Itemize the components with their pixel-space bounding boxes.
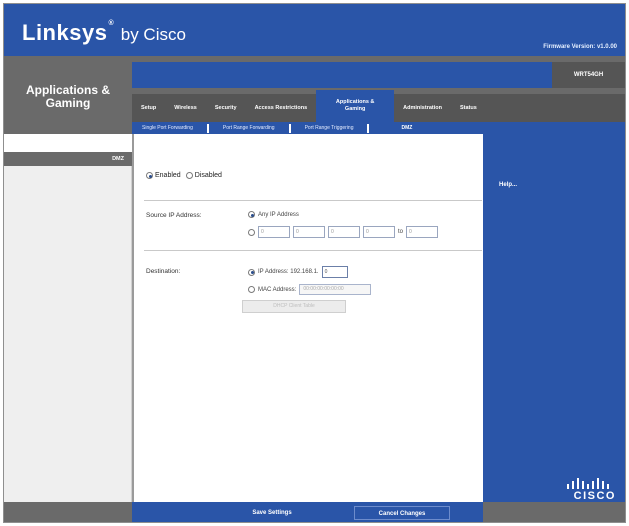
cisco-bars-icon [567,478,609,489]
divider [144,200,482,201]
save-settings-button[interactable]: Save Settings [232,506,312,520]
header-bar: Linksys® by Cisco Firmware Version: v1.0… [4,4,625,56]
cancel-changes-button[interactable]: Cancel Changes [354,506,450,520]
dmz-form: Enabled Disabled Source IP Address: Any … [132,134,483,502]
cisco-wordmark: CISCO [573,490,616,502]
registered-mark: ® [108,20,115,27]
left-section-label: DMZ [4,152,132,166]
help-column: Help... [483,134,625,502]
model-bar [132,62,552,88]
source-any-option: Any IP Address [248,211,299,218]
firmware-version: Firmware Version: v1.0.00 [543,44,617,50]
subtab-port-range-triggering[interactable]: Port Range Triggering [291,123,370,133]
main-tabs: Setup Wireless Security Access Restricti… [132,90,625,122]
dest-mac-radio[interactable] [248,286,255,293]
dest-mac-input[interactable]: 00:00:00:00:00:00 [299,284,372,295]
model-name: WRT54GH [552,62,625,88]
brand-suffix: by Cisco [120,25,186,44]
help-link[interactable]: Help... [499,182,517,188]
dest-ip-radio[interactable] [248,268,255,276]
dmz-enable-row: Enabled Disabled [146,172,222,179]
sub-tabs: Single Port Forwarding Port Range Forwar… [132,122,625,134]
disabled-label: Disabled [194,172,222,179]
tab-status[interactable]: Status [451,105,486,111]
source-any-radio[interactable] [248,211,255,218]
dest-mac-label: MAC Address: [258,286,297,293]
tab-security[interactable]: Security [206,105,246,111]
tab-administration[interactable]: Administration [394,105,451,111]
dest-ip-label: IP Address: 192.168.1. [258,269,319,275]
dest-mac-option: MAC Address: 00:00:00:00:00:00 [248,284,372,295]
disabled-radio[interactable] [185,172,193,179]
linksys-logo: Linksys® by Cisco [22,20,186,46]
cisco-logo: CISCO [492,478,622,502]
source-ip-end[interactable]: 0 [406,226,439,238]
dhcp-client-table-button[interactable]: DHCP Client Table [242,300,346,313]
dest-ip-input[interactable]: 0 [321,266,348,278]
source-ip-octet-3[interactable]: 0 [328,226,360,238]
subtab-dmz[interactable]: DMZ [387,124,426,133]
source-ip-label: Source IP Address: [146,212,202,219]
left-stripe [4,166,132,502]
source-any-label: Any IP Address [258,211,299,218]
dest-ip-option: IP Address: 192.168.1. 0 [248,266,348,278]
source-range-option: 0 0 0 0 to 0 [248,226,439,238]
enabled-radio[interactable] [146,172,153,179]
tab-access-restrictions[interactable]: Access Restrictions [246,105,317,111]
left-column: DMZ [4,134,132,502]
subtab-port-range-forwarding[interactable]: Port Range Forwarding [209,123,291,133]
tab-setup[interactable]: Setup [132,105,165,111]
source-ip-octet-4[interactable]: 0 [363,226,395,238]
subtab-single-port-forwarding[interactable]: Single Port Forwarding [132,123,209,133]
source-range-radio[interactable] [248,228,255,236]
destination-label: Destination: [146,268,181,275]
source-ip-octet-1[interactable]: 0 [258,226,290,238]
source-to-label: to [398,229,404,235]
source-ip-octet-2[interactable]: 0 [293,226,325,238]
brand-name: Linksys [22,20,108,45]
divider [144,250,482,251]
tab-wireless[interactable]: Wireless [165,105,206,111]
enabled-label: Enabled [155,172,181,179]
tab-applications-gaming[interactable]: Applications & Gaming [316,90,395,122]
section-title: Applications & Gaming [4,56,132,134]
router-admin-page: Linksys® by Cisco Firmware Version: v1.0… [3,3,626,523]
